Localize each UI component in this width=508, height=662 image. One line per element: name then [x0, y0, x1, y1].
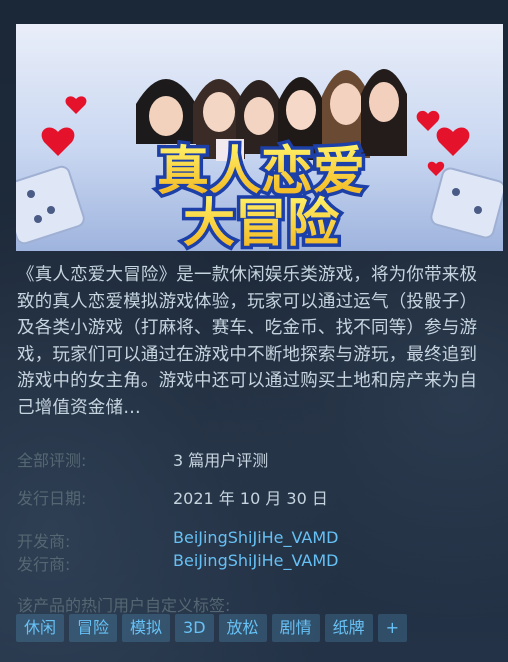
- game-header-image[interactable]: 真人恋爱 大冒险: [16, 24, 503, 251]
- developer-link[interactable]: BeiJingShiJiHe_VAMD: [173, 528, 339, 547]
- add-tag-button[interactable]: +: [377, 614, 407, 642]
- tag-3d[interactable]: 3D: [175, 614, 214, 642]
- reviews-summary[interactable]: 3 篇用户评测: [173, 447, 268, 471]
- tag-card-game[interactable]: 纸牌: [324, 614, 373, 642]
- game-capsule-art: 真人恋爱 大冒险: [16, 69, 503, 252]
- dice-icon: [430, 167, 503, 239]
- game-title-logo: 真人恋爱 大冒险: [153, 139, 368, 252]
- reviews-label: 全部评测:: [17, 451, 87, 470]
- tag-adventure[interactable]: 冒险: [69, 614, 118, 642]
- svg-text:大冒险: 大冒险: [183, 194, 340, 251]
- svg-text:真人恋爱: 真人恋爱: [157, 142, 365, 202]
- dice-icon: [16, 165, 85, 245]
- tags-heading: 该产品的热门用户自定义标签:: [17, 596, 231, 615]
- tag-simulation[interactable]: 模拟: [122, 614, 171, 642]
- release-date-value: 2021 年 10 月 30 日: [173, 489, 328, 508]
- tag-story[interactable]: 剧情: [271, 614, 320, 642]
- tag-casual[interactable]: 休闲: [16, 614, 65, 642]
- tag-list: 休闲 冒险 模拟 3D 放松 剧情 纸牌 +: [16, 614, 407, 642]
- release-date-label: 发行日期:: [17, 489, 87, 508]
- publisher-label: 发行商:: [17, 555, 71, 574]
- game-description: 《真人恋爱大冒险》是一款休闲娱乐类游戏，将为你带来极致的真人恋爱模拟游戏体验，玩…: [17, 265, 478, 418]
- publisher-link[interactable]: BeiJingShiJiHe_VAMD: [173, 551, 339, 570]
- tag-relaxing[interactable]: 放松: [218, 614, 267, 642]
- developer-label: 开发商:: [17, 532, 71, 551]
